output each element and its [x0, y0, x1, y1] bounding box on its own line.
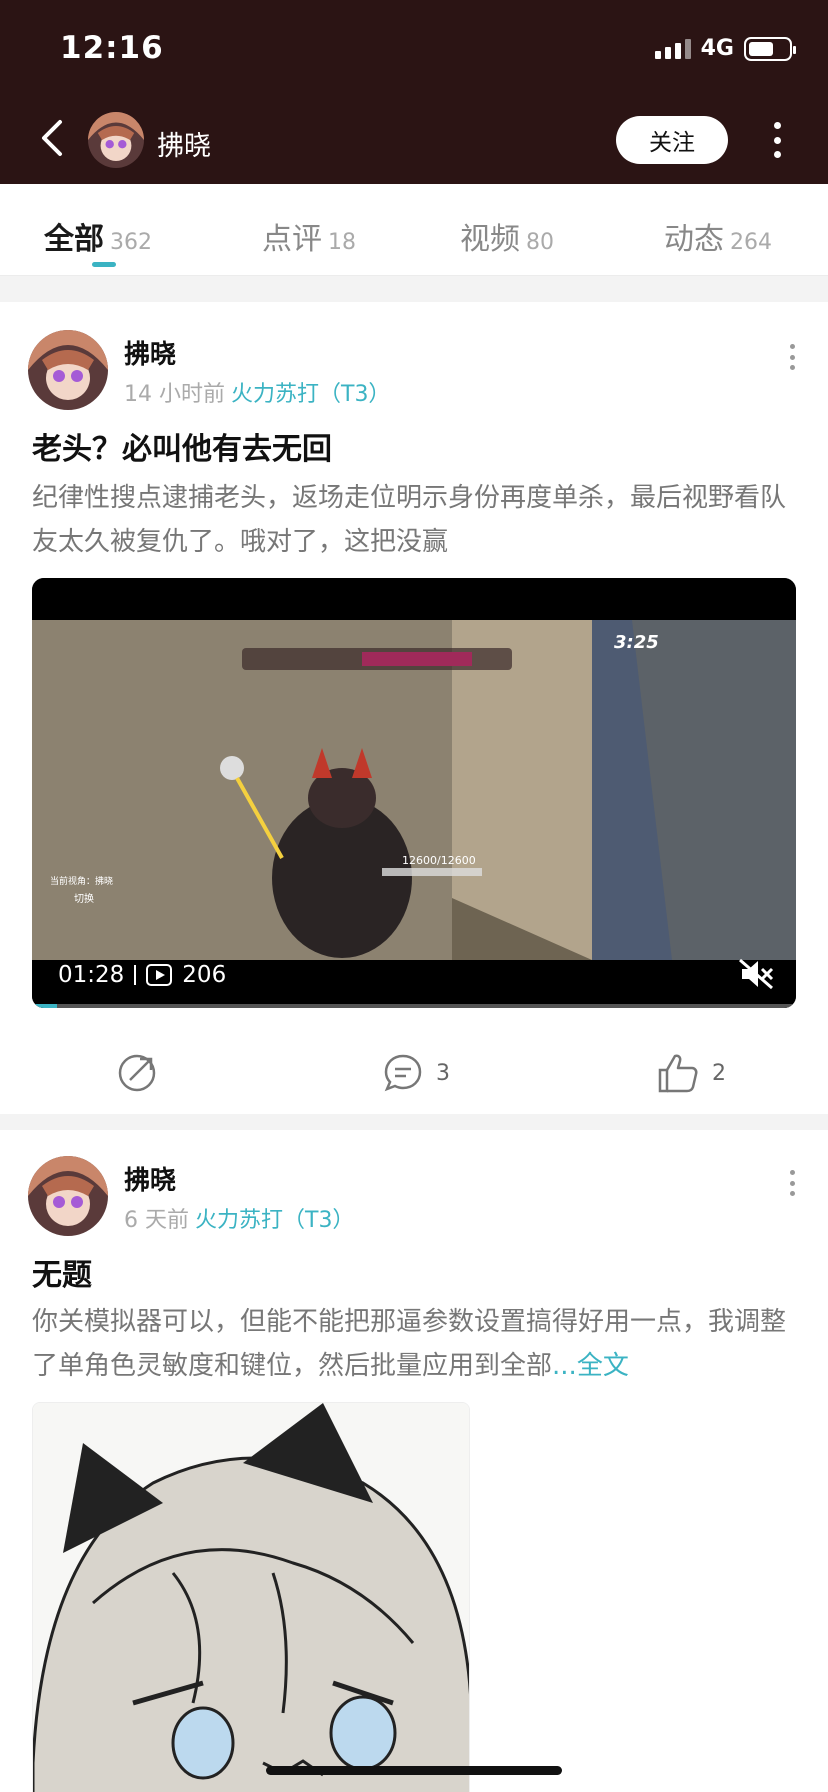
hud-timer: 3:25	[614, 632, 659, 653]
post-time: 14 小时前	[124, 382, 225, 407]
post-author[interactable]: 拂晓	[124, 1160, 176, 1197]
tab-all[interactable]: 全部 362	[44, 214, 152, 258]
hud-view-label: 当前视角：拂晓	[50, 877, 114, 887]
signal-icon	[654, 38, 691, 59]
hud-switch: 切换	[74, 894, 94, 905]
post-actions: 3 2	[0, 1032, 828, 1112]
avatar[interactable]	[28, 1156, 108, 1236]
post-title: 老头？必叫他有去无回	[32, 432, 332, 467]
mute-icon[interactable]	[738, 958, 774, 990]
post-meta: 6 天前 火力苏打（T3）	[124, 1202, 354, 1234]
comment-count: 3	[436, 1060, 450, 1086]
share-button[interactable]	[116, 1052, 158, 1094]
game-tag[interactable]: 火力苏打（T3）	[195, 1208, 354, 1233]
video-plays: 206	[182, 962, 227, 988]
post-body: 你关模拟器可以，但能不能把那逼参数设置搞得好用一点，我调整了单角色灵敏度和键位，…	[32, 1307, 787, 1381]
tab-bar: 全部 362 点评 18 视频 80 动态 264	[0, 184, 828, 276]
more-icon[interactable]	[770, 122, 784, 158]
video-progress-played	[32, 1004, 58, 1008]
read-more-link[interactable]: 全文	[577, 1351, 629, 1381]
game-tag[interactable]: 火力苏打（T3）	[231, 382, 390, 407]
tab-videos[interactable]: 视频 80	[460, 214, 554, 258]
profile-page: 12:16 4G 拂晓 关注 全部 362 点评 18 视频 80 动态 264…	[0, 0, 828, 1792]
post-time: 6 天前	[124, 1208, 189, 1233]
post-card[interactable]: 拂晓 14 小时前 火力苏打（T3） 老头？必叫他有去无回 纪律性搜点逮捕老头，返…	[0, 302, 828, 1114]
status-indicators: 4G	[654, 36, 796, 61]
thumbs-up-icon	[658, 1054, 698, 1093]
avatar[interactable]	[28, 330, 108, 410]
post-card[interactable]: 拂晓 6 天前 火力苏打（T3） 无题 你关模拟器可以，但能不能把那逼参数设置搞得…	[0, 1130, 828, 1792]
play-count-icon	[146, 964, 173, 986]
home-indicator	[266, 1766, 562, 1775]
video-frame	[32, 578, 796, 1008]
battery-icon	[744, 36, 796, 61]
post-image[interactable]	[32, 1402, 470, 1792]
tab-reviews[interactable]: 点评 18	[262, 214, 356, 258]
comment-button[interactable]: 3	[382, 1052, 450, 1094]
header: 12:16 4G 拂晓 关注	[0, 0, 828, 184]
comment-icon	[384, 1054, 422, 1092]
post-body: 纪律性搜点逮捕老头，返场走位明示身份再度单杀，最后视野看队友太久被复仇了。哦对了…	[32, 483, 787, 557]
network-label: 4G	[700, 36, 734, 61]
like-count: 2	[712, 1060, 726, 1086]
like-button[interactable]: 2	[656, 1052, 726, 1094]
post-author[interactable]: 拂晓	[124, 334, 176, 371]
hud-hp: 12600/12600	[402, 854, 476, 867]
post-meta: 14 小时前 火力苏打（T3）	[124, 376, 390, 408]
active-tab-indicator	[92, 262, 116, 267]
avatar[interactable]	[88, 112, 144, 168]
video-info: 01:28 206	[58, 962, 226, 988]
post-more-icon[interactable]	[788, 344, 796, 370]
share-icon	[118, 1054, 156, 1092]
post-more-icon[interactable]	[788, 1170, 796, 1196]
video-progress-bar[interactable]	[32, 1004, 796, 1008]
follow-button[interactable]: 关注	[616, 116, 728, 164]
tab-activity[interactable]: 动态 264	[664, 214, 772, 258]
status-time: 12:16	[60, 30, 164, 66]
post-title: 无题	[32, 1258, 92, 1293]
nav-username: 拂晓	[157, 131, 211, 162]
video-duration: 01:28	[58, 962, 125, 988]
back-icon[interactable]	[38, 118, 68, 158]
video-player[interactable]: 3:25 12600/12600 当前视角：拂晓 切换 01:28 206	[32, 578, 796, 1008]
